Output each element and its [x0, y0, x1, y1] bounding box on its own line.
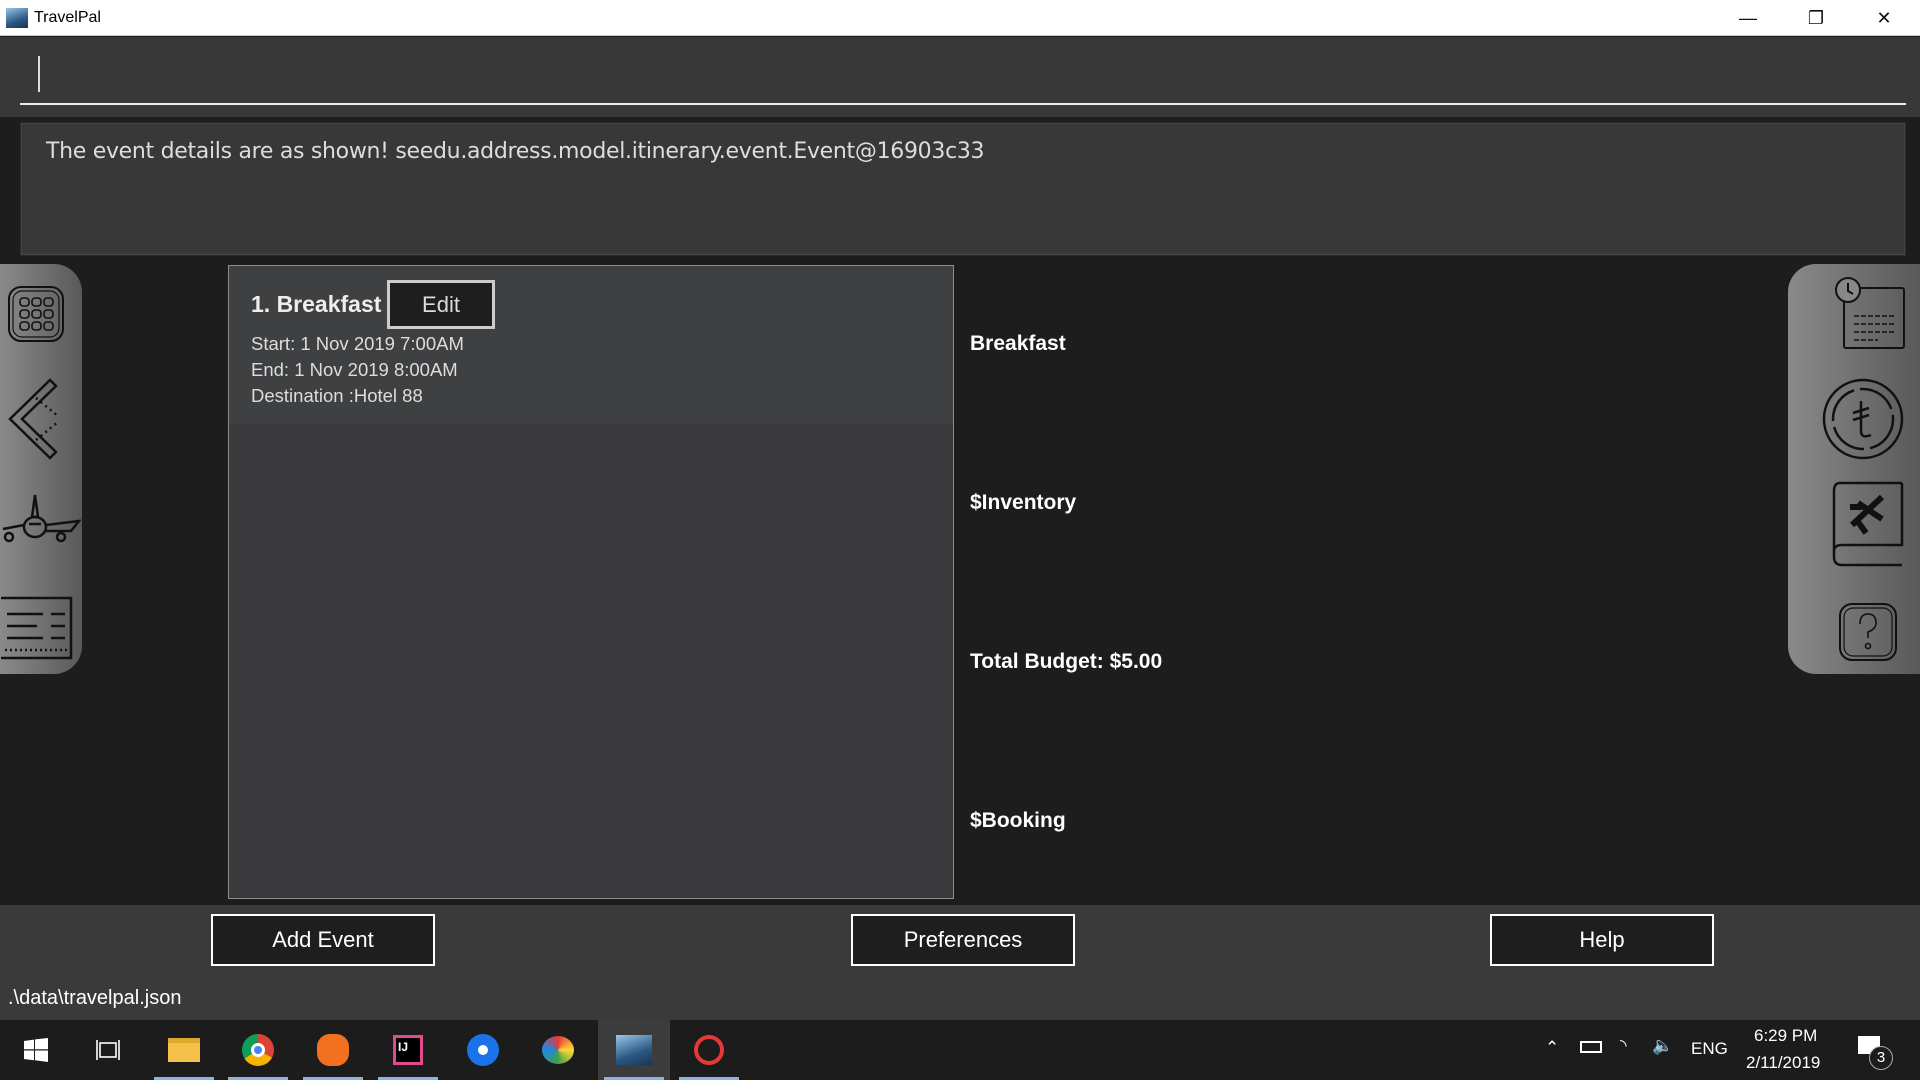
- edit-event-button[interactable]: Edit: [387, 280, 495, 329]
- volume-icon[interactable]: 🔈: [1652, 1036, 1673, 1056]
- status-bar: [0, 975, 1920, 1020]
- back-icon[interactable]: [4, 374, 64, 464]
- help-button[interactable]: Help: [1490, 914, 1714, 966]
- windows-start-icon[interactable]: [0, 1020, 72, 1080]
- text-cursor: [38, 56, 40, 92]
- close-icon[interactable]: ✕: [1852, 0, 1916, 36]
- notification-count: 3: [1869, 1046, 1893, 1070]
- event-end: End: 1 Nov 2019 8:00AM: [251, 359, 458, 380]
- result-text: The event details are as shown! seedu.ad…: [46, 139, 985, 164]
- detail-budget: Total Budget: $5.00: [970, 650, 1163, 673]
- travelpal-taskbar-icon[interactable]: [598, 1020, 670, 1080]
- show-hidden-icons[interactable]: ⌃: [1545, 1038, 1559, 1058]
- wifi-icon[interactable]: ◝: [1620, 1036, 1627, 1056]
- command-input-underline: [20, 103, 1906, 105]
- itinerary-list-icon[interactable]: [0, 594, 76, 664]
- detail-booking: $Booking: [970, 809, 1066, 832]
- language-indicator[interactable]: ENG: [1691, 1039, 1728, 1059]
- title-bar: TravelPal — ❐ ✕: [0, 0, 1920, 36]
- currency-icon[interactable]: [1818, 374, 1908, 464]
- paint-icon[interactable]: [522, 1020, 594, 1080]
- file-explorer-icon[interactable]: [148, 1020, 220, 1080]
- save-location: .\data\travelpal.json: [8, 987, 182, 1009]
- add-event-button[interactable]: Add Event: [211, 914, 435, 966]
- help-icon[interactable]: [1830, 594, 1906, 670]
- detail-event-name: Breakfast: [970, 332, 1066, 355]
- preferences-button[interactable]: Preferences: [851, 914, 1075, 966]
- event-list-panel: 1. Breakfast Edit Start: 1 Nov 2019 7:00…: [228, 265, 954, 899]
- brave-icon[interactable]: [297, 1020, 369, 1080]
- snipping-tool-icon[interactable]: [673, 1020, 745, 1080]
- event-card[interactable]: 1. Breakfast Edit Start: 1 Nov 2019 7:00…: [229, 266, 953, 424]
- taskbar: IJ ⌃ ◝ 🔈 ENG 6:29 PM 2/11/2019 3: [0, 1020, 1920, 1080]
- minimize-icon[interactable]: —: [1716, 0, 1780, 36]
- event-title: 1. Breakfast: [251, 291, 382, 317]
- window-title: TravelPal: [34, 9, 101, 26]
- chrome-icon[interactable]: [222, 1020, 294, 1080]
- event-destination: Destination :Hotel 88: [251, 385, 423, 406]
- intellij-icon[interactable]: IJ: [372, 1020, 444, 1080]
- clock-time[interactable]: 6:29 PM: [1754, 1026, 1817, 1046]
- restore-icon[interactable]: ❐: [1784, 0, 1848, 36]
- booking-book-icon[interactable]: [1828, 479, 1908, 569]
- left-sidebar: [0, 264, 82, 674]
- task-view-icon[interactable]: [72, 1020, 144, 1080]
- event-start: Start: 1 Nov 2019 7:00AM: [251, 333, 464, 354]
- grid-menu-icon[interactable]: [6, 284, 66, 344]
- battery-icon[interactable]: [1580, 1041, 1602, 1053]
- detail-inventory: $Inventory: [970, 491, 1077, 514]
- command-input[interactable]: [20, 44, 1906, 104]
- app-icon: [6, 8, 28, 28]
- maps-icon[interactable]: [447, 1020, 519, 1080]
- calendar-icon[interactable]: [1830, 274, 1910, 354]
- clock-date[interactable]: 2/11/2019: [1746, 1053, 1820, 1073]
- airplane-icon[interactable]: [0, 489, 82, 549]
- right-sidebar: [1788, 264, 1920, 674]
